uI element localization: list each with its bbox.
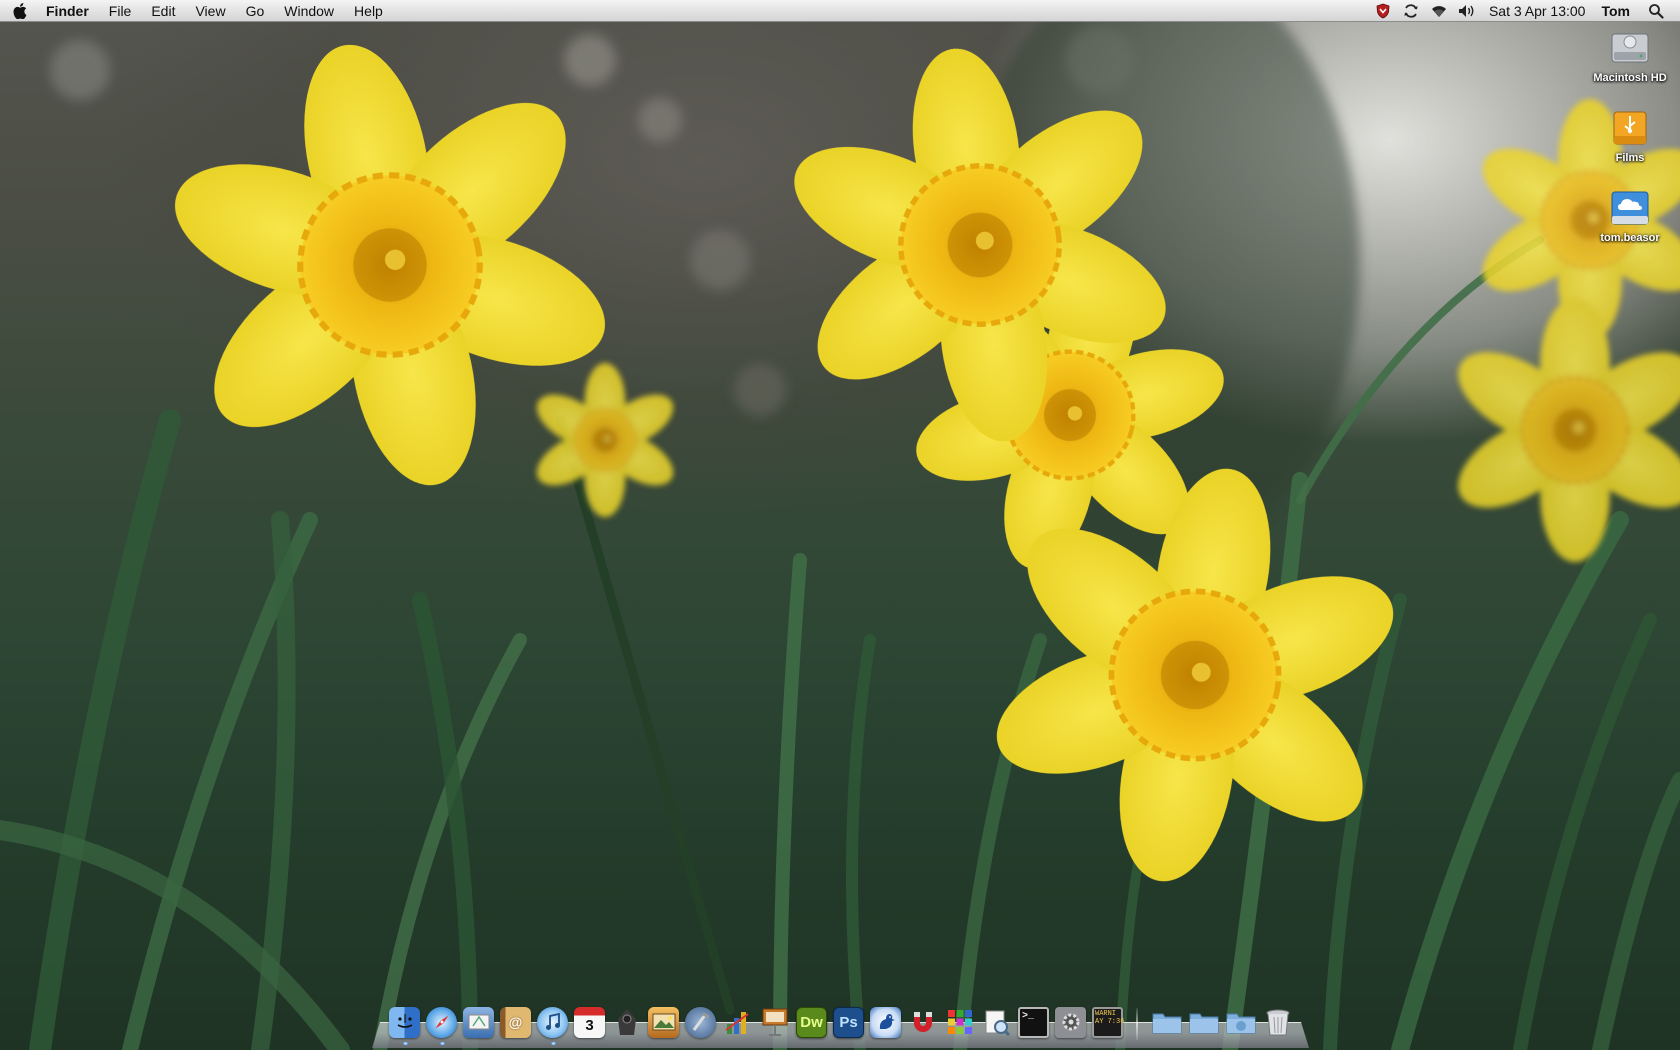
- dock-address-book[interactable]: @: [499, 1004, 532, 1040]
- dreamweaver-label: Dw: [800, 1013, 823, 1031]
- dock-stack-documents[interactable]: [1187, 1004, 1220, 1040]
- downloads-folder-icon: [1225, 1007, 1256, 1038]
- dock-keynote[interactable]: [758, 1004, 791, 1040]
- console-log-text: WARNI AY 7:36: [1095, 1009, 1125, 1026]
- dock-itunes[interactable]: [536, 1004, 569, 1045]
- dock-dreamweaver[interactable]: Dw: [795, 1004, 828, 1040]
- dock-spaces[interactable]: [943, 1004, 976, 1040]
- keynote-icon: [759, 1007, 790, 1038]
- safari-icon: [426, 1006, 457, 1038]
- folder-icon: [1151, 1007, 1182, 1038]
- cyberduck-icon: [870, 1006, 901, 1038]
- dock-system-preferences[interactable]: [1054, 1004, 1087, 1040]
- dock-iphoto[interactable]: [647, 1004, 680, 1040]
- dock-cyberduck[interactable]: [869, 1004, 902, 1040]
- preview-icon: [981, 1007, 1012, 1038]
- desktop-wallpaper: [0, 0, 1680, 1050]
- console-icon: WARNI AY 7:36: [1092, 1006, 1125, 1038]
- terminal-icon: >_: [1018, 1006, 1049, 1038]
- menu-app-name[interactable]: Finder: [40, 0, 99, 22]
- menu-file[interactable]: File: [99, 0, 142, 22]
- system-preferences-icon: [1055, 1006, 1086, 1038]
- menu-clock[interactable]: Sat 3 Apr 13:00: [1481, 3, 1596, 19]
- xcode-icon: [685, 1006, 716, 1038]
- menu-go[interactable]: Go: [236, 0, 275, 22]
- desktop-icon-label: Films: [1615, 152, 1645, 164]
- photoshop-icon: Ps: [833, 1006, 864, 1038]
- desktop-icon-films[interactable]: Films: [1575, 106, 1680, 164]
- menu-view[interactable]: View: [185, 0, 235, 22]
- dock-separator: [1136, 1008, 1138, 1040]
- running-indicator: [550, 1042, 556, 1045]
- trash-icon: [1262, 1007, 1293, 1038]
- dock-mail[interactable]: [462, 1004, 495, 1040]
- menu-help[interactable]: Help: [344, 0, 393, 22]
- dock-console[interactable]: WARNI AY 7:36: [1091, 1004, 1124, 1040]
- dock-terminal[interactable]: >_: [1017, 1004, 1050, 1040]
- idisk-icon: [1608, 186, 1652, 230]
- desktop-icon-macintosh-hd[interactable]: Macintosh HD: [1575, 26, 1680, 84]
- mail-icon: [463, 1006, 494, 1038]
- dock-safari[interactable]: [425, 1004, 458, 1045]
- finder-icon: [389, 1006, 420, 1038]
- dock-xcode[interactable]: [684, 1004, 717, 1040]
- sync-icon[interactable]: [1397, 0, 1425, 22]
- wifi-icon[interactable]: [1425, 0, 1453, 22]
- dreamweaver-icon: Dw: [796, 1006, 827, 1038]
- terminal-prompt: >_: [1022, 1010, 1035, 1022]
- hard-drive-icon: [1608, 26, 1652, 70]
- dock-stack-applications[interactable]: [1150, 1004, 1183, 1040]
- dock-ical[interactable]: 3: [573, 1004, 606, 1040]
- desktop-icon-label: Macintosh HD: [1593, 72, 1667, 84]
- dock-preview[interactable]: [980, 1004, 1013, 1040]
- running-indicator: [439, 1042, 445, 1045]
- spotlight-search-icon[interactable]: [1642, 0, 1670, 22]
- volume-icon[interactable]: [1453, 0, 1481, 22]
- running-indicator: [402, 1042, 408, 1045]
- menu-window[interactable]: Window: [274, 0, 344, 22]
- dock-finder[interactable]: [388, 1004, 421, 1045]
- dock-time-machine[interactable]: [610, 1004, 643, 1040]
- shield-icon[interactable]: [1369, 0, 1397, 22]
- ical-date: 3: [585, 1016, 594, 1034]
- address-book-icon: @: [500, 1006, 531, 1038]
- dock-numbers[interactable]: [721, 1004, 754, 1040]
- dock-stack-downloads[interactable]: [1224, 1004, 1257, 1040]
- desktop-icon-tom-beasor[interactable]: tom.beasor: [1575, 186, 1680, 244]
- dock-photoshop[interactable]: Ps: [832, 1004, 865, 1040]
- numbers-icon: [722, 1007, 753, 1038]
- magnet-icon: [907, 1007, 938, 1038]
- fast-user-switch-menu[interactable]: Tom: [1595, 3, 1642, 19]
- itunes-icon: [537, 1006, 568, 1038]
- desktop-icon-label: tom.beasor: [1600, 232, 1660, 244]
- ical-icon: 3: [574, 1006, 605, 1038]
- menu-bar: Finder File Edit View Go Window Help Sat…: [0, 0, 1680, 22]
- dock-transmission[interactable]: [906, 1004, 939, 1040]
- dock: @ 3 Dw Ps >_ WARNI AY 7:36: [388, 998, 1294, 1045]
- menu-edit[interactable]: Edit: [141, 0, 185, 22]
- apple-menu-icon[interactable]: [0, 0, 40, 22]
- photoshop-label: Ps: [839, 1013, 858, 1031]
- iphoto-icon: [648, 1006, 679, 1038]
- folder-icon: [1188, 1007, 1219, 1038]
- spaces-icon: [944, 1007, 975, 1038]
- daffodil-photo: [0, 0, 1680, 1050]
- usb-drive-icon: [1608, 106, 1652, 150]
- dock-trash[interactable]: [1261, 1004, 1294, 1040]
- time-machine-icon: [611, 1007, 642, 1038]
